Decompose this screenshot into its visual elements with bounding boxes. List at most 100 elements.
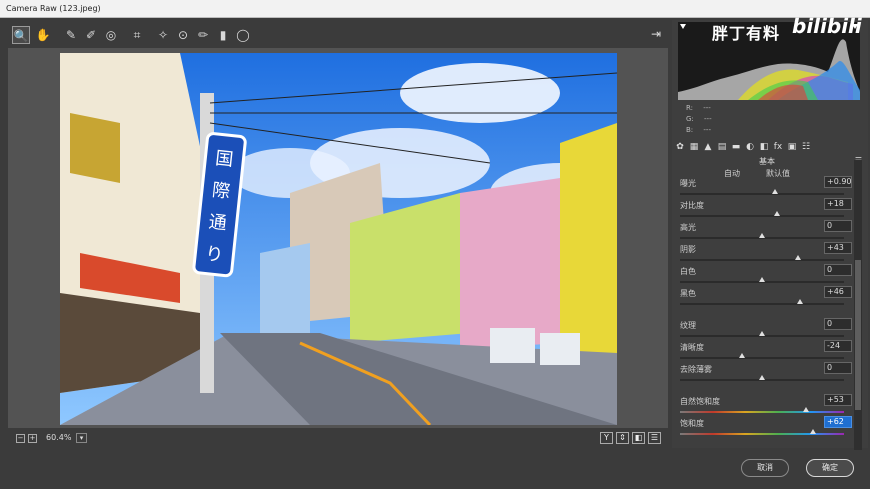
slider-label: 白色 (680, 267, 696, 276)
zoom-in-button[interactable]: + (28, 434, 37, 443)
slider-value-field[interactable]: +43 (824, 242, 852, 254)
window-title: Camera Raw (123.jpeg) (0, 0, 870, 18)
svg-text:り: り (204, 243, 224, 266)
slider-label: 曝光 (680, 179, 696, 188)
slider-label: 高光 (680, 223, 696, 232)
slider-thumb[interactable] (759, 375, 765, 380)
slider-thumb[interactable] (803, 407, 810, 412)
slider-row: 黑色 +46 (680, 286, 852, 310)
slider-value-field[interactable]: +0.90 (824, 176, 852, 188)
adjustment-panel: R: --- G: --- B: --- ✿▦▲▤▬◐◧fx▣☷ 基本 ☰ 自动… (672, 20, 868, 448)
slider-value-field[interactable]: +62 (824, 416, 852, 428)
r-value: --- (703, 104, 711, 112)
zoom-out-button[interactable]: − (16, 434, 25, 443)
panel-tab-3-icon[interactable]: ▤ (716, 141, 728, 153)
g-value: --- (704, 115, 712, 123)
slider-thumb[interactable] (739, 353, 746, 358)
slider-value-field[interactable]: +53 (824, 394, 852, 406)
zoom-level: 60.4% (46, 433, 72, 442)
preview-bottom-bar: − + 60.4% ▾ Y ⇕ ◧ ☰ (8, 430, 668, 446)
panel-tabs: ✿ ▦ ▲ ▤ ▬ ◐ ◧ fx ▣ ☷ (674, 141, 864, 155)
panel-tab-2-icon[interactable]: ▲ (702, 141, 714, 153)
slider-value-field[interactable]: 0 (824, 362, 852, 374)
zoom-dropdown[interactable]: ▾ (76, 433, 87, 443)
slider-thumb[interactable] (796, 299, 803, 304)
zoom-tool-icon[interactable]: 🔍 (12, 26, 30, 44)
street-photo: 国 際 通 り (60, 53, 617, 425)
slider-track[interactable] (680, 215, 844, 217)
slider-track[interactable] (680, 433, 844, 435)
slider-row: 高光 0 (680, 220, 852, 244)
color-sampler-tool-icon[interactable]: ✐ (82, 26, 100, 44)
panel-scrollbar[interactable] (854, 160, 862, 450)
panel-tab-7-icon[interactable]: fx (772, 141, 784, 153)
slider-label: 纹理 (680, 321, 696, 330)
panel-tab-9-icon[interactable]: ☷ (800, 141, 812, 153)
panel-tab-4-icon[interactable]: ▬ (730, 141, 742, 153)
white-balance-tool-icon[interactable]: ✎ (62, 26, 80, 44)
crop-tool-icon[interactable]: ⌗ (128, 26, 146, 44)
slider-track[interactable] (680, 357, 844, 359)
panel-tab-8-icon[interactable]: ▣ (786, 141, 798, 153)
svg-text:通: 通 (208, 212, 228, 235)
slider-row: 对比度 +18 (680, 198, 852, 222)
swap-settings-button[interactable]: ⇕ (616, 432, 629, 444)
view-settings-button[interactable]: ☰ (648, 432, 661, 444)
slider-thumb[interactable] (773, 211, 780, 216)
ok-button[interactable]: 确定 (806, 459, 854, 477)
slider-thumb[interactable] (795, 255, 802, 260)
slider-label: 阴影 (680, 245, 696, 254)
panel-tab-6-icon[interactable]: ◧ (758, 141, 770, 153)
slider-label: 去除薄雾 (680, 365, 712, 374)
slider-label: 自然饱和度 (680, 397, 720, 406)
slider-row: 饱和度 +62 (680, 416, 852, 440)
panel-tab-1-icon[interactable]: ▦ (688, 141, 700, 153)
r-label: R: (686, 104, 694, 112)
panel-tab-0-icon[interactable]: ✿ (674, 141, 686, 153)
slider-row: 白色 0 (680, 264, 852, 288)
slider-thumb[interactable] (759, 277, 765, 282)
slider-row: 纹理 0 (680, 318, 852, 342)
svg-text:際: 際 (211, 180, 231, 203)
slider-track[interactable] (680, 259, 844, 261)
slider-value-field[interactable]: +18 (824, 198, 852, 210)
slider-label: 清晰度 (680, 343, 704, 352)
slider-row: 清晰度 -24 (680, 340, 852, 364)
panel-tab-5-icon[interactable]: ◐ (744, 141, 756, 153)
radial-filter-icon[interactable]: ◯ (234, 26, 252, 44)
hand-tool-icon[interactable]: ✋ (34, 26, 52, 44)
adjustment-brush-icon[interactable]: ✏ (194, 26, 212, 44)
before-after-button[interactable]: Y (600, 432, 613, 444)
b-label: B: (686, 126, 694, 134)
preview-image[interactable]: 国 際 通 り (60, 53, 617, 425)
slider-label: 对比度 (680, 201, 704, 210)
slider-label: 黑色 (680, 289, 696, 298)
g-label: G: (686, 115, 694, 123)
slider-value-field[interactable]: 0 (824, 220, 852, 232)
targeted-adjustment-tool-icon[interactable]: ◎ (102, 26, 120, 44)
slider-value-field[interactable]: -24 (824, 340, 852, 352)
slider-track[interactable] (680, 411, 844, 413)
red-eye-tool-icon[interactable]: ⊙ (174, 26, 192, 44)
spot-removal-tool-icon[interactable]: ✧ (154, 26, 172, 44)
slider-row: 阴影 +43 (680, 242, 852, 266)
slider-thumb[interactable] (759, 233, 765, 238)
slider-thumb[interactable] (772, 189, 779, 194)
cancel-button[interactable]: 取消 (741, 459, 789, 477)
toolbar: 🔍 ✋ ✎ ✐ ◎ ⌗ ✧ ⊙ ✏ ▮ ◯ (8, 24, 668, 46)
watermark-text: 胖丁有料 (712, 24, 781, 43)
slider-value-field[interactable]: 0 (824, 264, 852, 276)
slider-value-field[interactable]: +46 (824, 286, 852, 298)
slider-thumb[interactable] (809, 429, 816, 434)
slider-track[interactable] (680, 193, 844, 195)
scrollbar-thumb[interactable] (855, 260, 861, 410)
slider-row: 曝光 +0.90 (680, 176, 852, 200)
slider-track[interactable] (680, 303, 844, 305)
svg-text:国: 国 (214, 148, 234, 171)
graduated-filter-icon[interactable]: ▮ (214, 26, 232, 44)
slider-thumb[interactable] (759, 331, 765, 336)
slider-value-field[interactable]: 0 (824, 318, 852, 330)
export-icon[interactable]: ⇥ (648, 26, 664, 42)
section-title: 基本 (759, 157, 775, 166)
copy-settings-button[interactable]: ◧ (632, 432, 645, 444)
